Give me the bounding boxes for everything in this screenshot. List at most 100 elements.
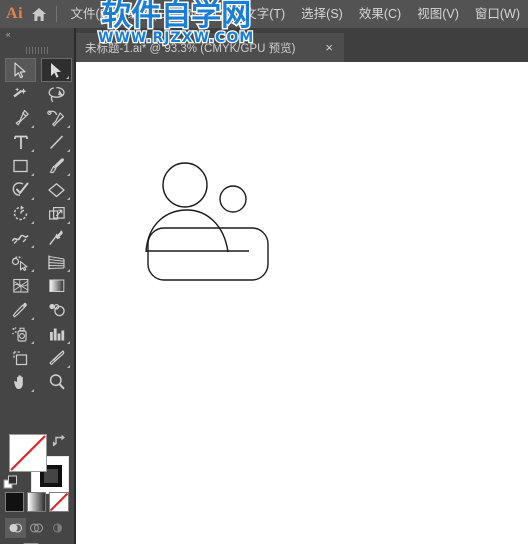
flyout-arrow-icon xyxy=(67,341,70,344)
menu-type[interactable]: 文字(T) xyxy=(236,0,293,28)
collapse-panel-button[interactable]: « xyxy=(0,28,74,42)
shape-builder-tool[interactable] xyxy=(5,250,36,274)
fill-swatch[interactable] xyxy=(9,434,47,472)
direct-selection-tool[interactable] xyxy=(41,58,72,82)
tool-grid xyxy=(0,58,74,394)
tool-row xyxy=(0,298,74,322)
flyout-arrow-icon xyxy=(31,221,34,224)
lasso-tool[interactable] xyxy=(41,82,72,106)
ai-logo: Ai xyxy=(6,5,24,22)
flyout-arrow-icon xyxy=(67,197,70,200)
magic-wand-tool[interactable] xyxy=(5,82,36,106)
shaper-tool[interactable] xyxy=(5,178,36,202)
menu-view[interactable]: 视图(V) xyxy=(409,0,467,28)
zoom-tool[interactable] xyxy=(41,370,72,394)
tool-row xyxy=(0,58,74,82)
change-screen-mode-button[interactable] xyxy=(0,536,74,544)
type-tool[interactable] xyxy=(5,130,36,154)
flyout-arrow-icon xyxy=(31,173,34,176)
none-slash-icon xyxy=(10,435,46,471)
tool-row xyxy=(0,82,74,106)
close-icon[interactable]: × xyxy=(320,41,338,54)
flyout-arrow-icon xyxy=(31,269,34,272)
draw-inside-button[interactable] xyxy=(47,518,68,538)
rotate-tool[interactable] xyxy=(5,202,36,226)
menu-bar: Ai 文件(F) 编辑(E) 对象(O) 文字(T) 选择(S) 效果(C) 视… xyxy=(0,0,528,28)
none-mode-button[interactable] xyxy=(49,492,69,512)
large-circle[interactable] xyxy=(162,162,208,208)
column-graph-tool[interactable] xyxy=(41,322,72,346)
perspective-grid-tool[interactable] xyxy=(41,250,72,274)
home-icon[interactable] xyxy=(29,7,50,22)
flyout-arrow-icon xyxy=(67,173,70,176)
mesh-tool[interactable] xyxy=(5,274,36,298)
menu-divider xyxy=(55,6,57,22)
eraser-tool[interactable] xyxy=(41,178,72,202)
color-mode-button[interactable] xyxy=(5,492,24,512)
flyout-arrow-icon xyxy=(67,221,70,224)
illustrator-window: Ai 文件(F) 编辑(E) 对象(O) 文字(T) 选择(S) 效果(C) 视… xyxy=(0,0,528,544)
tools-panel: « xyxy=(0,28,74,544)
menu-edit[interactable]: 编辑(E) xyxy=(119,0,177,28)
free-transform-tool[interactable] xyxy=(41,226,72,250)
rectangle-tool[interactable] xyxy=(5,154,36,178)
small-circle[interactable] xyxy=(219,185,247,213)
drawing-mode-row xyxy=(5,518,69,538)
draw-normal-button[interactable] xyxy=(5,518,26,538)
tool-row xyxy=(0,346,74,370)
menu-select[interactable]: 选择(S) xyxy=(293,0,351,28)
tool-row xyxy=(0,322,74,346)
flyout-arrow-icon xyxy=(31,389,34,392)
flyout-arrow-icon xyxy=(67,269,70,272)
artwork-svg xyxy=(145,162,269,281)
line-segment-tool[interactable] xyxy=(41,130,72,154)
tool-row xyxy=(0,154,74,178)
artboard-tool[interactable] xyxy=(5,346,36,370)
document-tab-bar: 未标题-1.ai* @ 93.3% (CMYK/GPU 预览) × xyxy=(75,28,528,62)
flyout-arrow-icon xyxy=(31,341,34,344)
flyout-arrow-icon xyxy=(31,317,34,320)
flyout-arrow-icon xyxy=(67,149,70,152)
tool-row xyxy=(0,274,74,298)
tool-row xyxy=(0,178,74,202)
menu-object[interactable]: 对象(O) xyxy=(177,0,236,28)
gradient-tool[interactable] xyxy=(41,274,72,298)
gradient-mode-button[interactable] xyxy=(27,492,46,512)
screen-mode-icon xyxy=(23,543,39,544)
swap-fill-stroke-icon[interactable] xyxy=(52,433,67,453)
flyout-arrow-icon xyxy=(67,365,70,368)
flyout-arrow-icon xyxy=(31,197,34,200)
scale-tool[interactable] xyxy=(41,202,72,226)
document-tab-title: 未标题-1.ai* @ 93.3% (CMYK/GPU 预览) xyxy=(85,42,296,55)
flyout-arrow-icon xyxy=(66,76,69,79)
eyedropper-tool[interactable] xyxy=(5,298,36,322)
flyout-arrow-icon xyxy=(31,149,34,152)
document-tab[interactable]: 未标题-1.ai* @ 93.3% (CMYK/GPU 预览) × xyxy=(75,33,344,62)
grip-lines-icon xyxy=(26,46,48,54)
tool-row xyxy=(0,202,74,226)
width-tool[interactable] xyxy=(5,226,36,250)
blend-tool[interactable] xyxy=(41,298,72,322)
none-slash-icon xyxy=(49,492,69,512)
curvature-tool[interactable] xyxy=(41,106,72,130)
slice-tool[interactable] xyxy=(41,346,72,370)
tool-row xyxy=(0,370,74,394)
menu-effect[interactable]: 效果(C) xyxy=(351,0,409,28)
menu-file[interactable]: 文件(F) xyxy=(63,0,120,28)
tool-row xyxy=(0,130,74,154)
panel-drag-handle[interactable] xyxy=(0,42,74,58)
flyout-arrow-icon xyxy=(31,245,34,248)
color-swatch-area xyxy=(0,432,74,544)
symbol-sprayer-tool[interactable] xyxy=(5,322,36,346)
menu-window[interactable]: 窗口(W) xyxy=(467,0,528,28)
arc-dome[interactable] xyxy=(145,209,229,253)
artboard-canvas[interactable] xyxy=(76,62,528,544)
tool-row xyxy=(0,226,74,250)
hand-tool[interactable] xyxy=(5,370,36,394)
paintbrush-tool[interactable] xyxy=(41,154,72,178)
tool-row xyxy=(0,106,74,130)
rounded-rectangle[interactable] xyxy=(147,227,269,281)
selection-tool[interactable] xyxy=(5,58,36,82)
draw-behind-button[interactable] xyxy=(26,518,47,538)
pen-tool[interactable] xyxy=(5,106,36,130)
